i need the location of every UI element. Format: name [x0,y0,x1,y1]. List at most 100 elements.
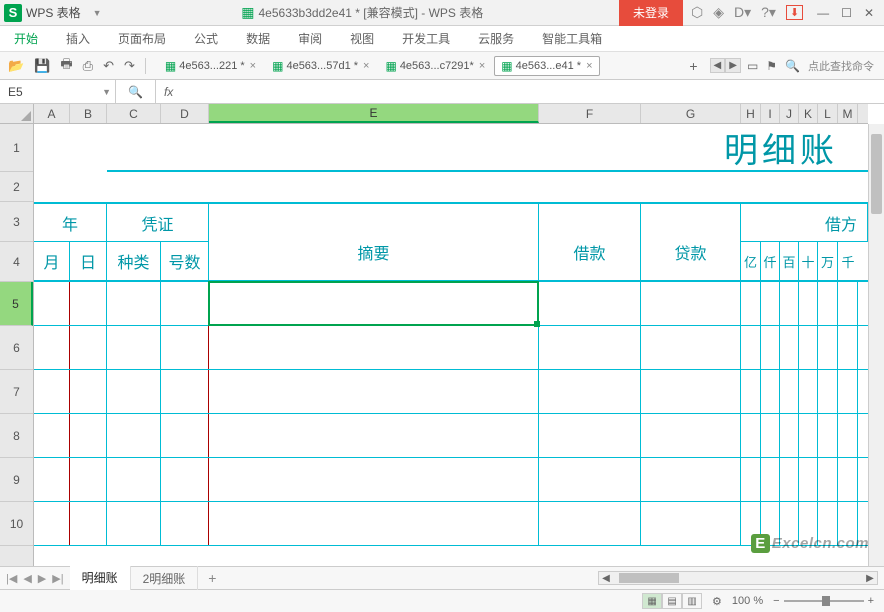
cell[interactable] [641,326,741,369]
menu-start[interactable]: 开始 [12,30,40,47]
settings-icon[interactable]: ⚙ [712,595,722,608]
cell[interactable] [107,326,161,369]
flag-icon[interactable]: ⚑ [766,59,777,73]
cell[interactable] [641,414,741,457]
cell[interactable] [838,502,858,545]
cell[interactable] [780,458,799,501]
cell[interactable] [107,414,161,457]
cell[interactable] [70,282,107,325]
cell[interactable] [838,458,858,501]
cell[interactable] [539,502,641,545]
row-header-4[interactable]: 4 [0,242,33,282]
cell[interactable] [818,370,838,413]
cell[interactable] [161,326,209,369]
cell[interactable] [70,502,107,545]
sheet-tab-1[interactable]: 明细账 [70,565,131,592]
cell[interactable] [641,458,741,501]
cell[interactable] [161,502,209,545]
cell[interactable] [818,414,838,457]
sheet-tab-2[interactable]: 2明细账 [131,566,199,591]
cell[interactable] [34,414,70,457]
menu-review[interactable]: 审阅 [296,30,324,47]
cell[interactable] [539,326,641,369]
cell[interactable] [838,282,858,325]
cell[interactable] [780,414,799,457]
cell[interactable] [539,282,641,325]
cell[interactable] [780,326,799,369]
screen-icon[interactable]: ▭ [747,59,758,73]
row-header-2[interactable]: 2 [0,172,33,202]
vscroll-thumb[interactable] [871,134,882,214]
cell[interactable] [761,282,780,325]
col-header-G[interactable]: G [641,104,741,123]
cell[interactable] [838,414,858,457]
col-header-A[interactable]: A [34,104,70,123]
doc-tab-2[interactable]: ▦4e563...57d1 *× [265,56,376,76]
cell[interactable] [741,414,761,457]
cell[interactable] [761,502,780,545]
grid[interactable]: 明细账 年 凭证 借方 月 日 种类 号数 摘要 借款 贷款 亿 仟 [34,124,868,566]
col-header-J[interactable]: J [780,104,799,123]
cube-icon[interactable]: ◈ [713,4,724,21]
zoom-label[interactable]: 100 % [732,595,763,607]
d-dropdown-icon[interactable]: D▾ [734,4,751,21]
hscroll-thumb[interactable] [619,573,679,583]
menu-insert[interactable]: 插入 [64,30,92,47]
cell[interactable] [818,282,838,325]
cell[interactable] [799,282,818,325]
cell[interactable] [799,370,818,413]
fx-icon[interactable]: fx [156,85,181,99]
col-header-L[interactable]: L [818,104,838,123]
close-icon[interactable]: × [479,60,485,72]
cell[interactable] [34,458,70,501]
menu-view[interactable]: 视图 [348,30,376,47]
cell[interactable] [818,458,838,501]
col-header-H[interactable]: H [741,104,761,123]
menu-dev-tools[interactable]: 开发工具 [400,30,452,47]
cell[interactable] [799,458,818,501]
row-header-10[interactable]: 10 [0,502,33,546]
cell[interactable] [818,502,838,545]
cell[interactable] [641,282,741,325]
hex-icon[interactable]: ⬡ [691,4,703,21]
vertical-scrollbar[interactable] [868,124,884,566]
doc-tab-4[interactable]: ▦4e563...e41 *× [494,56,599,76]
cell[interactable] [107,502,161,545]
row-header-8[interactable]: 8 [0,414,33,458]
cell[interactable] [70,458,107,501]
zoom-track[interactable] [784,600,864,602]
cell[interactable] [780,502,799,545]
col-header-B[interactable]: B [70,104,107,123]
cell[interactable] [209,502,539,545]
add-sheet-button[interactable]: + [198,570,226,586]
sheet-prev-button[interactable]: ◀ [21,572,33,585]
row-header-3[interactable]: 3 [0,202,33,242]
close-icon[interactable]: × [586,60,592,72]
sheet-first-button[interactable]: |◀ [4,572,19,585]
col-header-I[interactable]: I [761,104,780,123]
help-icon[interactable]: ?▾ [761,4,776,21]
hscroll-right-button[interactable]: ▶ [863,573,877,584]
cell[interactable] [780,282,799,325]
close-icon[interactable]: × [363,60,369,72]
menu-data[interactable]: 数据 [244,30,272,47]
cell[interactable] [799,326,818,369]
sheet-next-button[interactable]: ▶ [36,572,48,585]
menu-page-layout[interactable]: 页面布局 [116,30,168,47]
cell[interactable] [70,414,107,457]
cell[interactable] [209,458,539,501]
close-icon[interactable]: × [250,60,256,72]
cell[interactable] [838,370,858,413]
row-header-9[interactable]: 9 [0,458,33,502]
cell[interactable] [161,282,209,325]
cell[interactable] [741,326,761,369]
tab-next-button[interactable]: ▶ [725,58,741,73]
cell[interactable] [209,414,539,457]
cell[interactable] [818,326,838,369]
view-normal-button[interactable]: ▦ [642,593,662,609]
add-tab-button[interactable]: + [683,56,703,76]
search-icon[interactable]: 🔍 [785,59,800,73]
col-header-K[interactable]: K [799,104,818,123]
col-header-F[interactable]: F [539,104,641,123]
cell[interactable] [761,458,780,501]
